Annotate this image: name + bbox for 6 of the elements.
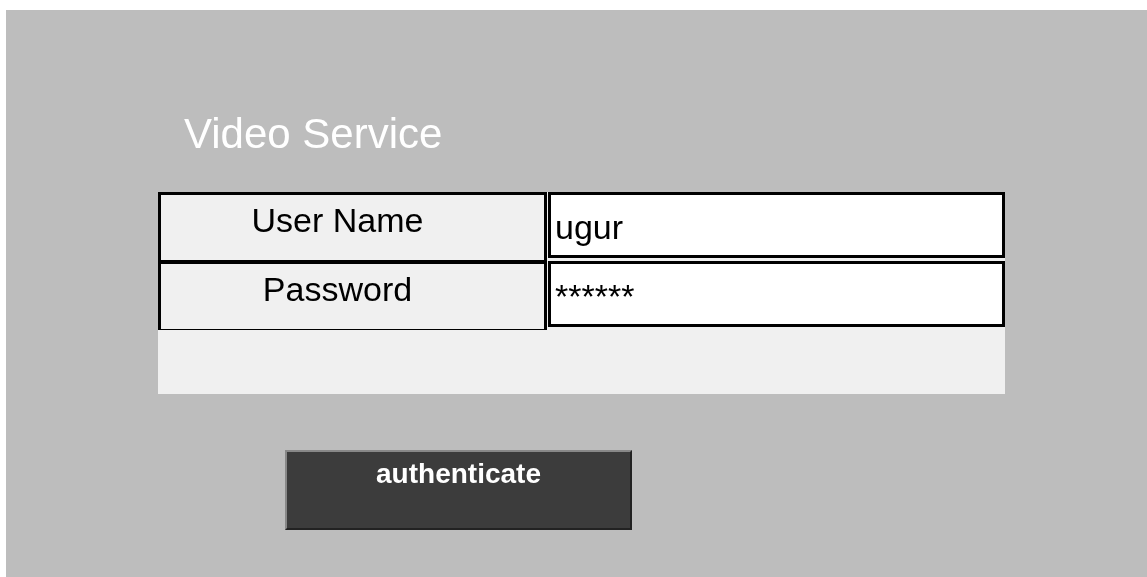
- authenticate-button[interactable]: authenticate: [285, 450, 632, 530]
- field-label: Password: [262, 270, 414, 309]
- input-field[interactable]: ugur: [548, 192, 1005, 258]
- field-label: User Name: [251, 201, 425, 240]
- input-field[interactable]: ******: [548, 261, 1005, 327]
- app-title: Video Service: [184, 110, 443, 158]
